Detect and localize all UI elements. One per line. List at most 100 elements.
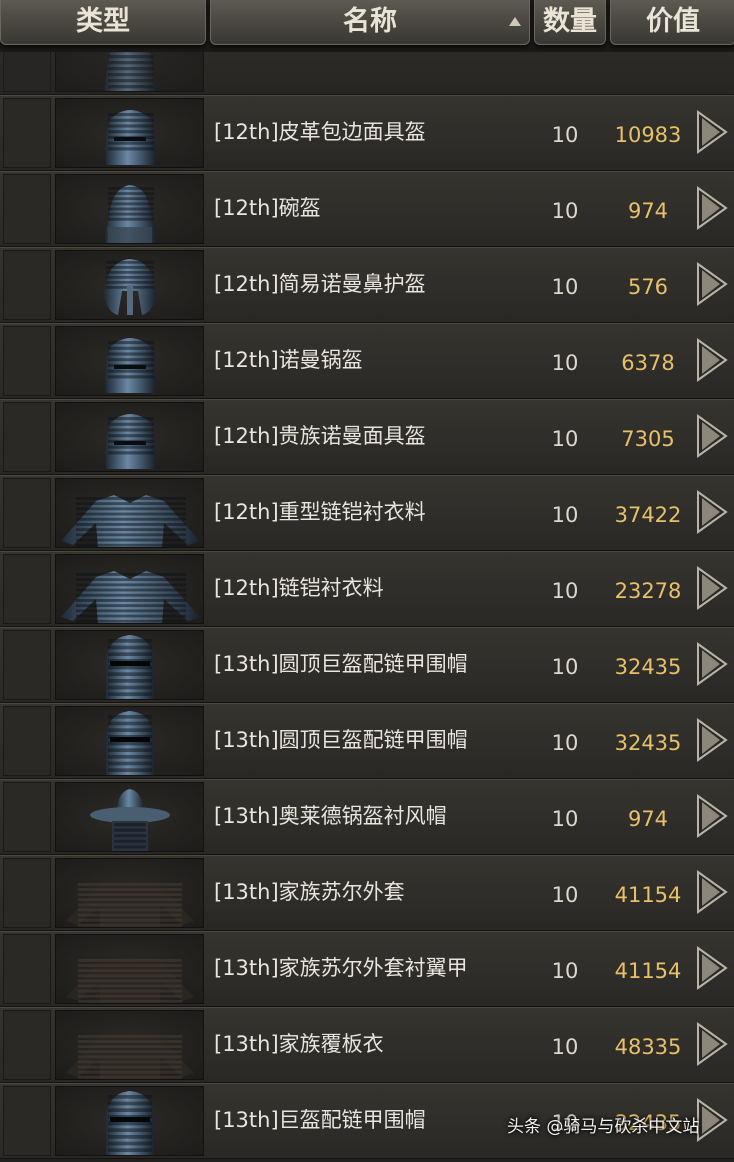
helmet-mask-icon bbox=[55, 98, 204, 168]
item-value: 576 bbox=[627, 275, 669, 299]
type-cell bbox=[3, 858, 51, 928]
item-row[interactable]: [12th]皮革包边面具盔 10 10983 bbox=[0, 95, 734, 171]
item-row[interactable]: [13th]奥莱德锅盔衬风帽 10 974 bbox=[0, 779, 734, 855]
type-cell bbox=[3, 250, 51, 320]
item-name: [13th]奥莱德锅盔衬风帽 bbox=[214, 804, 447, 828]
type-cell bbox=[3, 1086, 51, 1156]
item-row[interactable]: [12th]诺曼锅盔 10 6378 bbox=[0, 323, 734, 399]
great-helm-icon bbox=[55, 1086, 204, 1156]
item-name: [13th]家族覆板衣 bbox=[214, 1032, 384, 1056]
great-helm-icon bbox=[55, 630, 204, 700]
type-cell bbox=[3, 782, 51, 852]
item-row[interactable]: [12th]碗盔 10 974 bbox=[0, 171, 734, 247]
item-quantity: 10 bbox=[551, 351, 579, 375]
table-header: 类型 名称 数量 价值 bbox=[0, 0, 734, 52]
item-name: [12th]碗盔 bbox=[214, 196, 321, 220]
item-name: [13th]圆顶巨盔配链甲围帽 bbox=[214, 652, 468, 676]
item-value: 974 bbox=[627, 199, 669, 223]
item-value: 41154 bbox=[614, 883, 682, 907]
column-header-value[interactable]: 价值 bbox=[610, 0, 734, 45]
play-arrow-icon[interactable] bbox=[694, 260, 730, 308]
column-header-quantity[interactable]: 数量 bbox=[534, 0, 606, 45]
item-row[interactable]: [13th]家族苏尔外套衬翼甲 10 41154 bbox=[0, 931, 734, 1007]
item-value: 48335 bbox=[614, 1035, 682, 1059]
column-header-name-label: 名称 bbox=[343, 6, 397, 37]
item-row[interactable]: [13th]圆顶巨盔配链甲围帽 10 32435 bbox=[0, 627, 734, 703]
item-quantity: 10 bbox=[551, 655, 579, 679]
item-quantity: 10 bbox=[551, 503, 579, 527]
play-arrow-icon[interactable] bbox=[694, 412, 730, 460]
play-arrow-icon[interactable] bbox=[694, 564, 730, 612]
play-arrow-icon[interactable] bbox=[694, 640, 730, 688]
surcoat-icon bbox=[55, 858, 204, 928]
item-name: [13th]巨盔配链甲围帽 bbox=[214, 1108, 426, 1132]
item-name: [13th]家族苏尔外套 bbox=[214, 880, 405, 904]
item-row[interactable]: [13th]家族苏尔外套 10 41154 bbox=[0, 855, 734, 931]
item-name: [13th]圆顶巨盔配链甲围帽 bbox=[214, 728, 468, 752]
item-value: 6378 bbox=[621, 351, 675, 375]
item-name: [12th]重型链铠衬衣料 bbox=[214, 500, 426, 524]
column-header-type[interactable]: 类型 bbox=[0, 0, 206, 45]
play-arrow-icon[interactable] bbox=[694, 868, 730, 916]
helmet-bowl-icon bbox=[55, 174, 204, 244]
item-quantity: 10 bbox=[551, 959, 579, 983]
item-name: [12th]诺曼锅盔 bbox=[214, 348, 363, 372]
play-arrow-icon[interactable] bbox=[694, 108, 730, 156]
item-list: [12th]皮革包边锅盔衬风帽 10 269 [12th]皮革包边面具盔 10 … bbox=[0, 8, 734, 1159]
play-arrow-icon[interactable] bbox=[694, 944, 730, 992]
type-cell bbox=[3, 630, 51, 700]
item-name: [12th]皮革包边面具盔 bbox=[214, 120, 426, 144]
item-value: 23278 bbox=[614, 579, 682, 603]
great-helm-icon bbox=[55, 706, 204, 776]
surcoat-icon bbox=[55, 934, 204, 1004]
item-quantity: 10 bbox=[551, 579, 579, 603]
type-cell bbox=[3, 934, 51, 1004]
kettle-hat-icon bbox=[55, 782, 204, 852]
item-quantity: 10 bbox=[551, 123, 579, 147]
item-row[interactable]: [12th]简易诺曼鼻护盔 10 576 bbox=[0, 247, 734, 323]
item-row[interactable]: [13th]圆顶巨盔配链甲围帽 10 32435 bbox=[0, 703, 734, 779]
play-arrow-icon[interactable] bbox=[694, 488, 730, 536]
item-quantity: 10 bbox=[551, 199, 579, 223]
item-row[interactable]: [12th]链铠衬衣料 10 23278 bbox=[0, 551, 734, 627]
item-value: 37422 bbox=[614, 503, 682, 527]
mail-shirt-icon bbox=[55, 478, 204, 548]
type-cell bbox=[3, 706, 51, 776]
play-arrow-icon[interactable] bbox=[694, 336, 730, 384]
item-quantity: 10 bbox=[551, 1035, 579, 1059]
type-cell bbox=[3, 478, 51, 548]
column-header-type-label: 类型 bbox=[76, 6, 130, 37]
type-cell bbox=[3, 402, 51, 472]
surcoat-icon bbox=[55, 1010, 204, 1080]
type-cell bbox=[3, 554, 51, 624]
item-value: 32435 bbox=[614, 655, 682, 679]
item-quantity: 10 bbox=[551, 883, 579, 907]
item-name: [12th]链铠衬衣料 bbox=[214, 576, 384, 600]
mail-shirt-icon bbox=[55, 554, 204, 624]
item-value: 7305 bbox=[621, 427, 675, 451]
play-arrow-icon[interactable] bbox=[694, 716, 730, 764]
helmet-pot-icon bbox=[55, 326, 204, 396]
item-quantity: 10 bbox=[551, 275, 579, 299]
sort-ascending-icon bbox=[509, 17, 521, 26]
item-name: [12th]简易诺曼鼻护盔 bbox=[214, 272, 426, 296]
column-header-name[interactable]: 名称 bbox=[210, 0, 530, 45]
item-quantity: 10 bbox=[551, 807, 579, 831]
play-arrow-icon[interactable] bbox=[694, 792, 730, 840]
item-value: 10983 bbox=[614, 123, 682, 147]
play-arrow-icon[interactable] bbox=[694, 184, 730, 232]
column-header-quantity-label: 数量 bbox=[543, 6, 597, 37]
item-row[interactable]: [13th]家族覆板衣 10 48335 bbox=[0, 1007, 734, 1083]
column-header-value-label: 价值 bbox=[646, 6, 700, 37]
watermark: 头条 @骑马与砍杀中文站 bbox=[507, 1117, 700, 1137]
type-cell bbox=[3, 1010, 51, 1080]
item-row[interactable]: [12th]重型链铠衬衣料 10 37422 bbox=[0, 475, 734, 551]
item-quantity: 10 bbox=[551, 731, 579, 755]
play-arrow-icon[interactable] bbox=[694, 1020, 730, 1068]
item-quantity: 10 bbox=[551, 427, 579, 451]
item-row[interactable]: [12th]贵族诺曼面具盔 10 7305 bbox=[0, 399, 734, 475]
type-cell bbox=[3, 174, 51, 244]
item-name: [12th]贵族诺曼面具盔 bbox=[214, 424, 426, 448]
type-cell bbox=[3, 98, 51, 168]
item-name: [13th]家族苏尔外套衬翼甲 bbox=[214, 956, 468, 980]
